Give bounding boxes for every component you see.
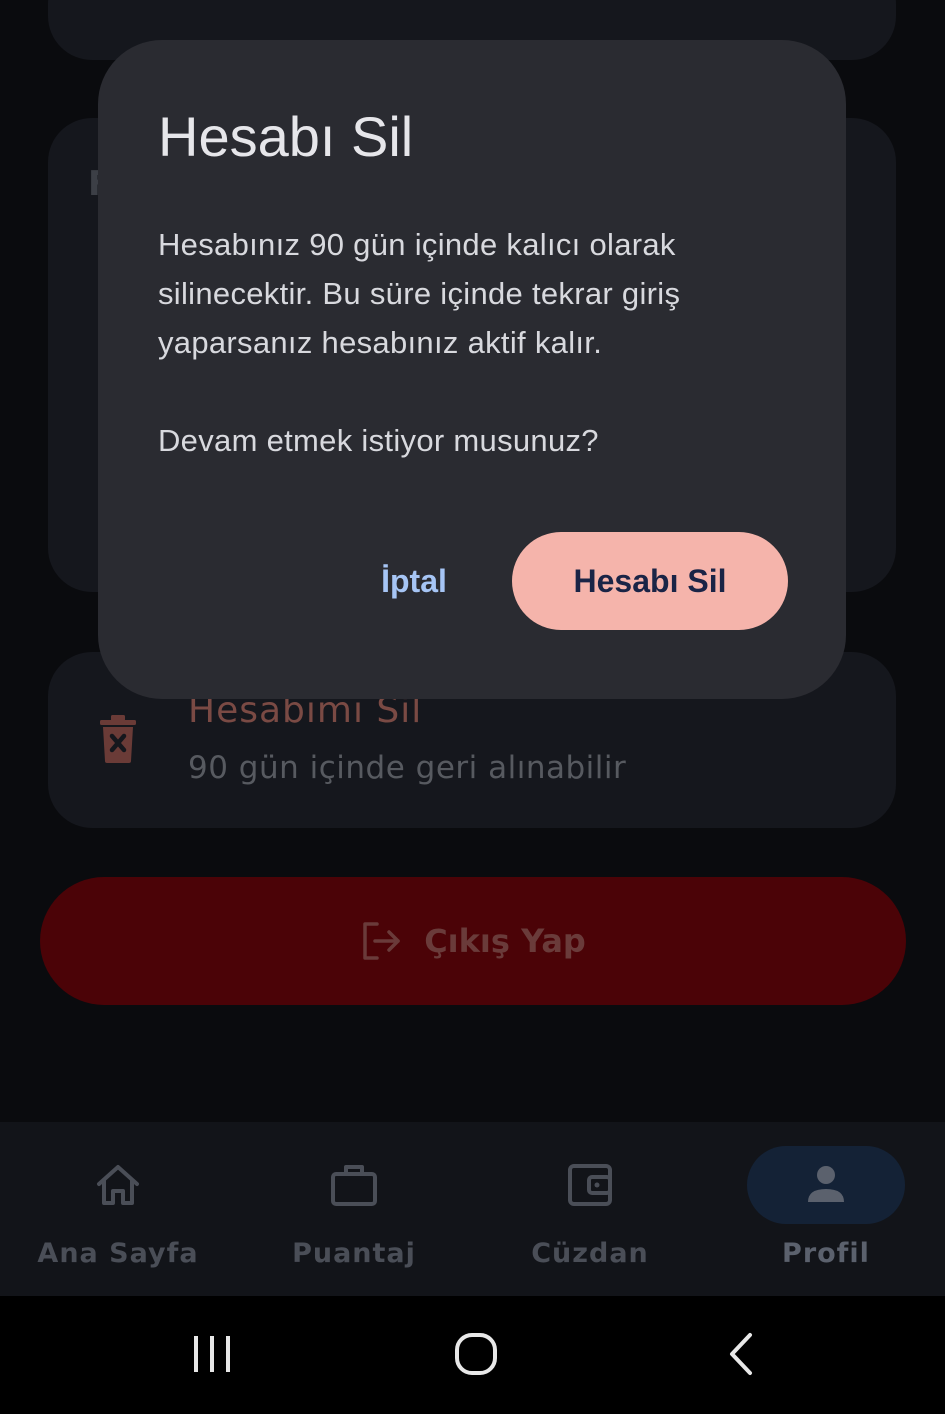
dialog-title: Hesabı Sil bbox=[158, 105, 414, 168]
briefcase-icon bbox=[331, 1165, 377, 1206]
confirm-delete-button[interactable]: Hesabı Sil bbox=[512, 532, 788, 630]
person-icon bbox=[808, 1166, 844, 1202]
back-icon[interactable] bbox=[712, 1330, 772, 1380]
delete-account-subtitle: 90 gün içinde geri alınabilir bbox=[188, 750, 627, 786]
nav-item-profile[interactable]: Profil bbox=[708, 1146, 944, 1286]
nav-icon-container-active bbox=[747, 1146, 905, 1224]
system-navigation-bar bbox=[0, 1296, 945, 1414]
trash-icon bbox=[100, 715, 136, 763]
nav-item-home[interactable]: Ana Sayfa bbox=[0, 1146, 236, 1286]
delete-account-dialog: Hesabı Sil Hesabınız 90 gün içinde kalıc… bbox=[98, 40, 846, 699]
logout-icon bbox=[363, 922, 400, 960]
nav-label-profile: Profil bbox=[782, 1238, 870, 1269]
dialog-message: Hesabınız 90 gün içinde kalıcı olarak si… bbox=[158, 227, 681, 360]
nav-label-wallet: Cüzdan bbox=[531, 1238, 649, 1269]
screen: F Hesabımı Sil 90 gün içinde geri alınab… bbox=[0, 0, 945, 1414]
logout-button[interactable]: Çıkış Yap bbox=[40, 877, 906, 1005]
nav-icon-container bbox=[39, 1146, 197, 1224]
nav-label-puantaj: Puantaj bbox=[292, 1238, 416, 1269]
recents-icon[interactable] bbox=[182, 1330, 242, 1380]
nav-item-wallet[interactable]: Cüzdan bbox=[472, 1146, 708, 1286]
wallet-icon bbox=[568, 1164, 612, 1206]
nav-label-home: Ana Sayfa bbox=[37, 1238, 199, 1269]
cancel-button[interactable]: İptal bbox=[350, 532, 478, 630]
nav-icon-container bbox=[511, 1146, 669, 1224]
nav-item-puantaj[interactable]: Puantaj bbox=[236, 1146, 472, 1286]
home-icon bbox=[97, 1165, 139, 1205]
nav-icon-container bbox=[275, 1146, 433, 1224]
home-circle-icon[interactable] bbox=[446, 1330, 506, 1380]
dialog-question: Devam etmek istiyor musunuz? bbox=[158, 423, 599, 458]
bottom-navigation: Ana Sayfa Puantaj Cüzdan Profil bbox=[0, 1122, 945, 1296]
logout-label: Çıkış Yap bbox=[424, 922, 586, 960]
